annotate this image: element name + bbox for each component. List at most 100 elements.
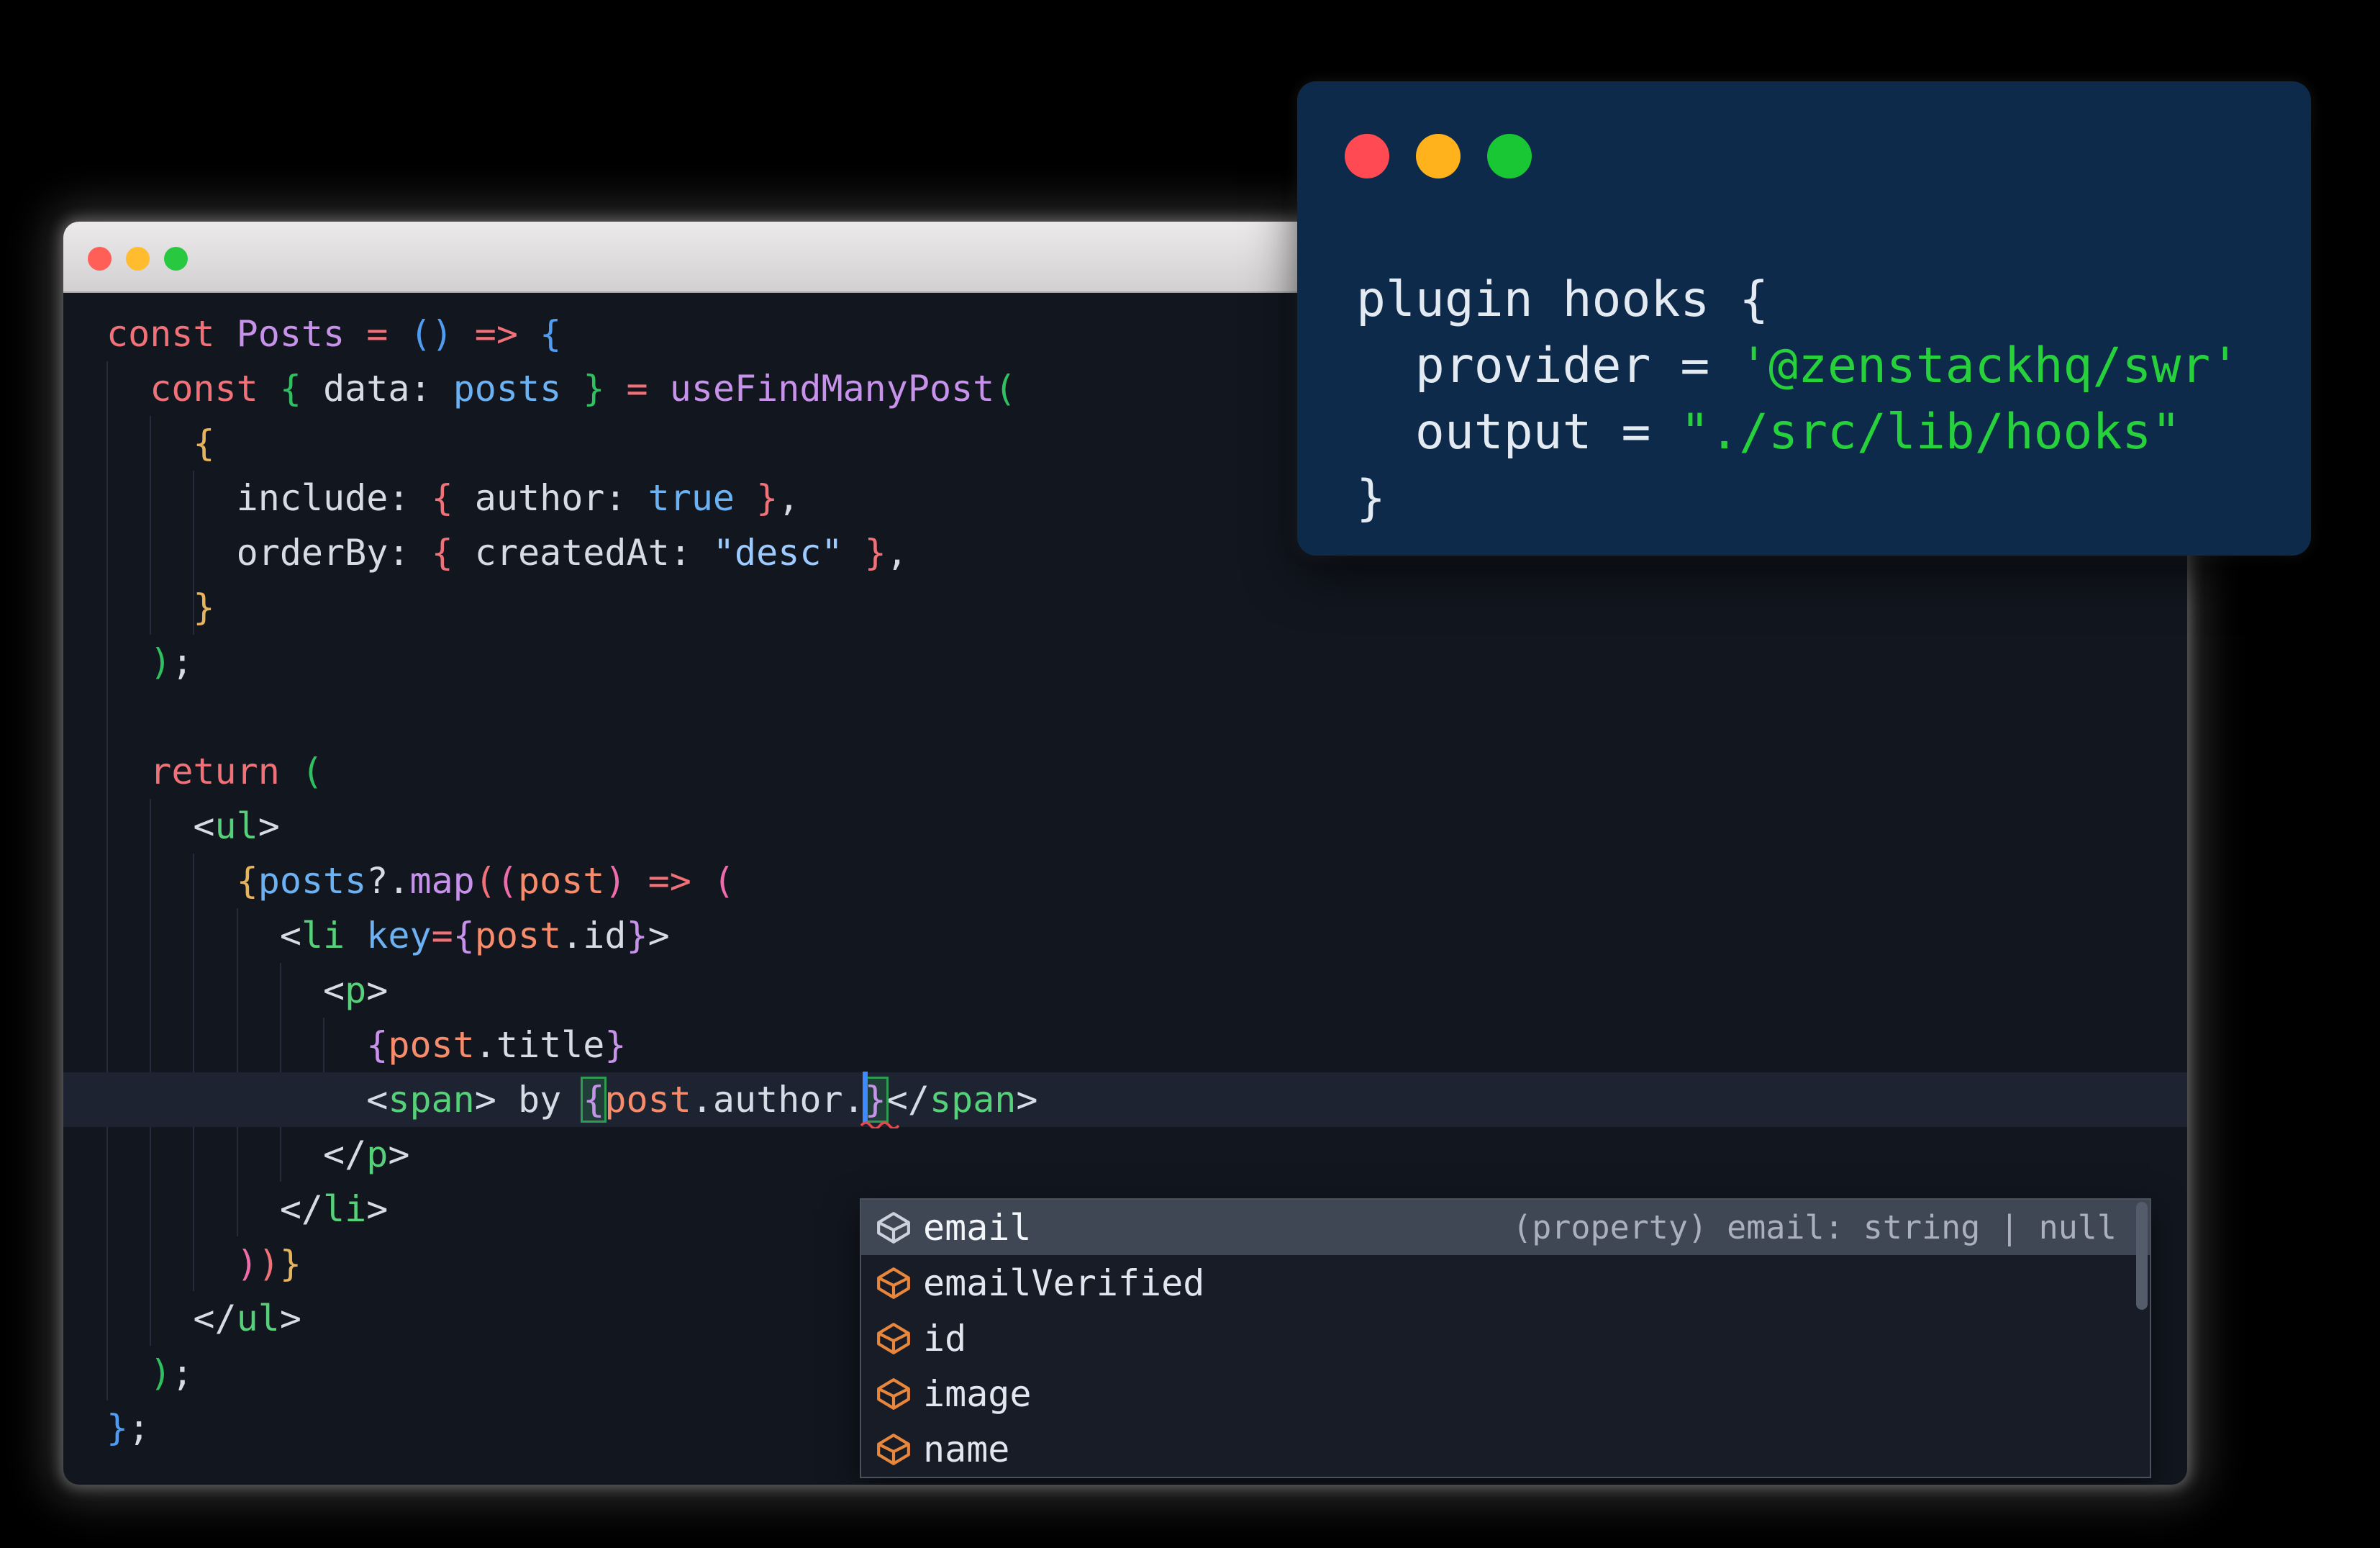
code-token: >	[258, 805, 280, 847]
code-token: {	[193, 422, 215, 464]
code-token: data:	[323, 368, 453, 409]
suggestion-label: id	[923, 1317, 967, 1359]
suggestion-detail: (property) email: string | null	[1512, 1208, 2117, 1246]
code-token: ()	[409, 313, 453, 355]
code-line: );	[63, 635, 2187, 689]
suggestion-label: image	[923, 1372, 1032, 1415]
code-token: '@zenstackhq/swr'	[1739, 338, 2240, 394]
code-token: (	[712, 860, 735, 902]
code-token: "desc"	[712, 532, 843, 574]
code-token: post	[604, 1079, 691, 1121]
code-token: orderBy:	[236, 532, 432, 574]
code-token: li	[301, 915, 367, 956]
config-code-line: provider = '@zenstackhq/swr'	[1356, 333, 2297, 399]
code-token: )	[258, 1243, 280, 1285]
symbol-field-icon	[877, 1377, 910, 1410]
close-button-icon[interactable]	[88, 247, 112, 271]
code-line: {posts?.map((post) => (	[63, 854, 2187, 908]
suggestion-item-image[interactable]: image	[861, 1366, 2150, 1421]
code-token: .id	[561, 915, 627, 956]
dropdown-scrollbar-thumb[interactable]	[2136, 1202, 2148, 1310]
config-code-line: plugin hooks {	[1356, 267, 2297, 333]
code-token: }	[279, 1243, 301, 1285]
suggestion-item-id[interactable]: id	[861, 1311, 2150, 1366]
code-token: {	[540, 313, 562, 355]
code-token: {	[366, 1024, 389, 1066]
symbol-field-icon	[877, 1322, 910, 1354]
suggestion-item-name[interactable]: name	[861, 1421, 2150, 1477]
code-token: >	[1016, 1079, 1038, 1121]
minimize-button-icon[interactable]	[1416, 134, 1461, 178]
text-cursor	[862, 1072, 868, 1122]
code-token: "./src/lib/hooks"	[1680, 404, 2181, 461]
code-token: .title	[474, 1024, 605, 1066]
plugin-config-code: plugin hooks { provider = '@zenstackhq/s…	[1356, 267, 2297, 532]
code-token: provider =	[1356, 338, 1740, 394]
code-line: return (	[63, 744, 2187, 799]
code-line-current: <span> by {post.author.}</span>	[63, 1072, 2187, 1128]
close-button-icon[interactable]	[1345, 134, 1389, 178]
code-token: =	[626, 368, 670, 409]
code-token: ;	[171, 641, 194, 683]
code-line: }	[63, 580, 2187, 635]
code-token: )	[604, 860, 627, 902]
code-token: >	[279, 1298, 301, 1339]
code-line: <li key={post.id}>	[63, 908, 2187, 963]
zoom-button-icon[interactable]	[1487, 134, 1532, 178]
symbol-field-icon	[877, 1433, 910, 1465]
symbol-field-icon	[877, 1211, 910, 1244]
suggestion-item-email[interactable]: email (property) email: string | null	[861, 1200, 2150, 1255]
code-token: {	[236, 860, 258, 902]
code-token: <	[193, 805, 215, 847]
suggestion-item-emailVerified[interactable]: emailVerified	[861, 1255, 2150, 1311]
code-token: <	[366, 1079, 389, 1121]
zoom-button-icon[interactable]	[164, 247, 188, 271]
code-token: output =	[1356, 404, 1681, 461]
config-code-line: }	[1356, 466, 2297, 532]
code-token: }	[842, 532, 886, 574]
code-token: {	[453, 915, 475, 956]
code-token: author:	[474, 477, 648, 519]
code-token: >	[388, 1133, 410, 1175]
suggestion-label: email	[923, 1206, 1032, 1249]
code-token: createdAt:	[474, 532, 713, 574]
code-token: ul	[236, 1298, 280, 1339]
code-token: ?.	[366, 860, 410, 902]
code-token: }	[735, 477, 778, 519]
code-token: >	[648, 915, 670, 956]
code-token: .author.	[691, 1079, 865, 1121]
code-token: </	[193, 1298, 237, 1339]
code-token: li	[323, 1188, 367, 1230]
code-line: <p>	[63, 963, 2187, 1018]
code-token: post	[474, 915, 562, 956]
code-token: )	[236, 1243, 258, 1285]
code-token: include:	[236, 477, 432, 519]
code-token: }	[1356, 470, 1386, 527]
code-token: post	[388, 1024, 475, 1066]
code-token: }	[862, 1077, 889, 1123]
code-token: }	[106, 1407, 129, 1449]
code-token: span	[929, 1079, 1017, 1121]
code-token: </	[323, 1133, 367, 1175]
code-token: <	[323, 969, 345, 1011]
code-token: >	[366, 1188, 389, 1230]
code-token: =>	[648, 860, 713, 902]
code-token: ,	[778, 477, 800, 519]
code-token: }	[604, 1024, 627, 1066]
code-token: }	[626, 915, 648, 956]
minimize-button-icon[interactable]	[126, 247, 150, 271]
code-line: <ul>	[63, 799, 2187, 854]
